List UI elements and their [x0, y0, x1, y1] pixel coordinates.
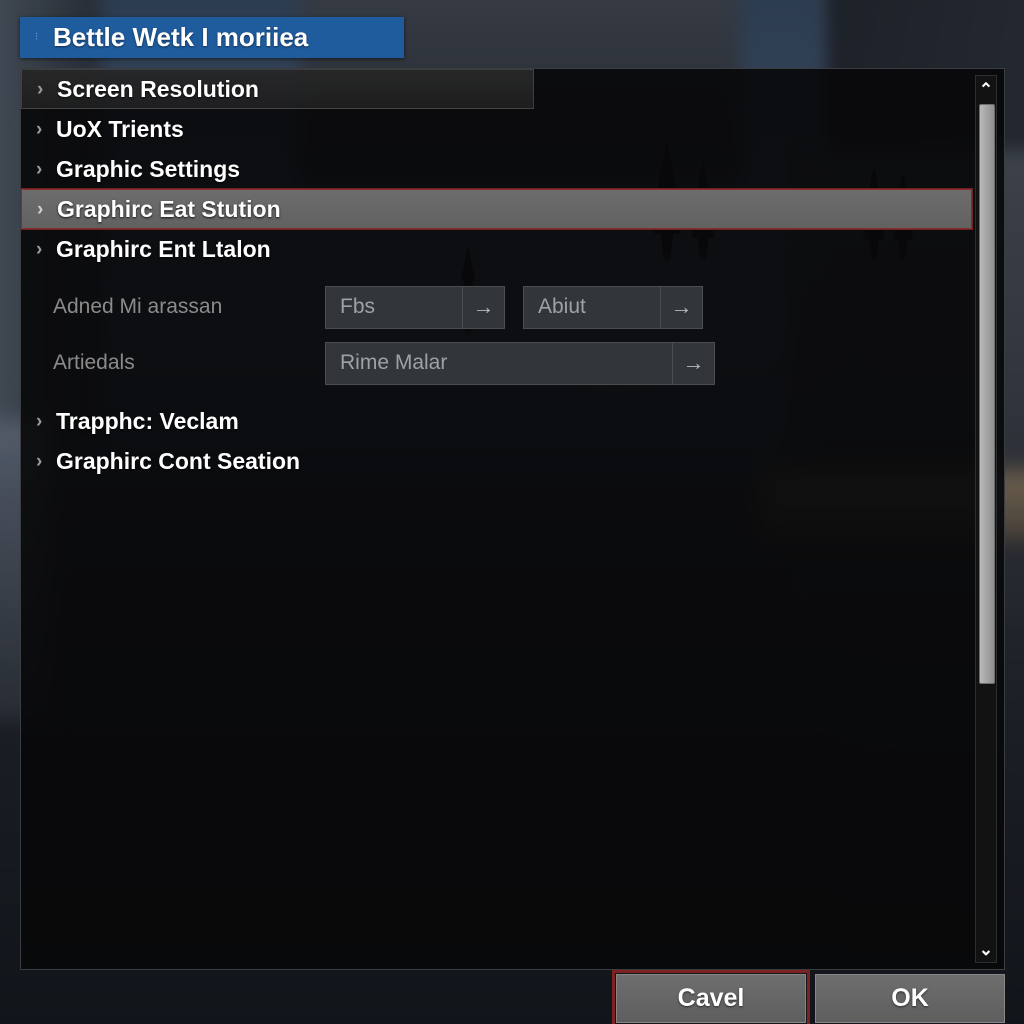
- dropdown-value: Fbs: [340, 295, 376, 318]
- section-row-graphirc-cont-seation[interactable]: › Graphirc Cont Seation: [21, 441, 979, 481]
- settings-panel: › Screen Resolution › UoX Trients › Grap…: [20, 68, 1005, 970]
- arrow-right-icon[interactable]: →: [660, 286, 702, 328]
- dropdown-rime-malar[interactable]: Rime Malar →: [325, 341, 715, 385]
- section-label: UoX Trients: [56, 115, 184, 142]
- section-row-graphirc-ent-ltalon[interactable]: › Graphirc Ent Ltalon: [21, 229, 979, 269]
- chevron-right-icon: ›: [36, 158, 43, 180]
- window-title-bar[interactable]: ⁝ Bettle Wetk I moriiea: [20, 17, 404, 58]
- section-label: Screen Resolution: [57, 75, 259, 102]
- scrollbar-track[interactable]: [976, 102, 996, 936]
- chevron-right-icon: ›: [36, 238, 43, 260]
- setting-row-artiedals: Artiedals Rime Malar →: [21, 335, 979, 391]
- ok-button[interactable]: OK: [815, 973, 1005, 1023]
- setting-label: Adned Mi arassan: [53, 295, 223, 318]
- section-row-screen-resolution[interactable]: › Screen Resolution: [21, 69, 534, 109]
- section-row-graphirc-eat-stution[interactable]: › Graphirc Eat Stution: [21, 188, 973, 230]
- section-label: Graphirc Ent Ltalon: [56, 235, 271, 262]
- arrow-right-icon[interactable]: →: [462, 286, 504, 328]
- section-label: Trapphc: Veclam: [56, 407, 239, 434]
- dropdown-value: Abiut: [538, 295, 586, 318]
- vertical-scrollbar[interactable]: ⌃ ⌄: [975, 75, 997, 963]
- chevron-right-icon: ›: [36, 450, 43, 472]
- window-title: Bettle Wetk I moriiea: [53, 22, 309, 52]
- dropdown-fbs[interactable]: Fbs →: [325, 285, 505, 329]
- game-settings-screen: ⁝ Bettle Wetk I moriiea › Screen Resolut…: [0, 0, 1024, 1024]
- section-row-graphic-settings[interactable]: › Graphic Settings: [21, 149, 979, 189]
- section-label: Graphic Settings: [56, 155, 241, 182]
- chevron-right-icon: ›: [36, 118, 43, 140]
- section-label: Graphirc Eat Stution: [57, 195, 281, 222]
- section-row-trapphc-veclam[interactable]: › Trapphc: Veclam: [21, 401, 979, 441]
- cancel-button[interactable]: Cavel: [612, 969, 810, 1024]
- window-menu-icon[interactable]: ⁝: [26, 28, 48, 48]
- scrollbar-thumb[interactable]: [979, 104, 995, 684]
- chevron-right-icon: ›: [36, 410, 43, 432]
- settings-list: › Screen Resolution › UoX Trients › Grap…: [21, 69, 979, 969]
- dropdown-value: Rime Malar: [340, 351, 448, 374]
- chevron-right-icon: ›: [37, 78, 44, 100]
- setting-label: Artiedals: [53, 351, 135, 374]
- section-label: Graphirc Cont Seation: [56, 447, 301, 474]
- chevron-right-icon: ›: [37, 198, 44, 220]
- section-row-uox-trients[interactable]: › UoX Trients: [21, 109, 979, 149]
- dropdown-abiut[interactable]: Abiut →: [523, 285, 703, 329]
- setting-row-adned-mi-arassan: Adned Mi arassan Fbs → Abiut →: [21, 279, 979, 335]
- dialog-footer: Cavel OK: [0, 969, 1024, 1024]
- arrow-right-icon[interactable]: →: [672, 342, 714, 384]
- scroll-down-button[interactable]: ⌄: [976, 936, 996, 962]
- scroll-up-button[interactable]: ⌃: [976, 76, 996, 102]
